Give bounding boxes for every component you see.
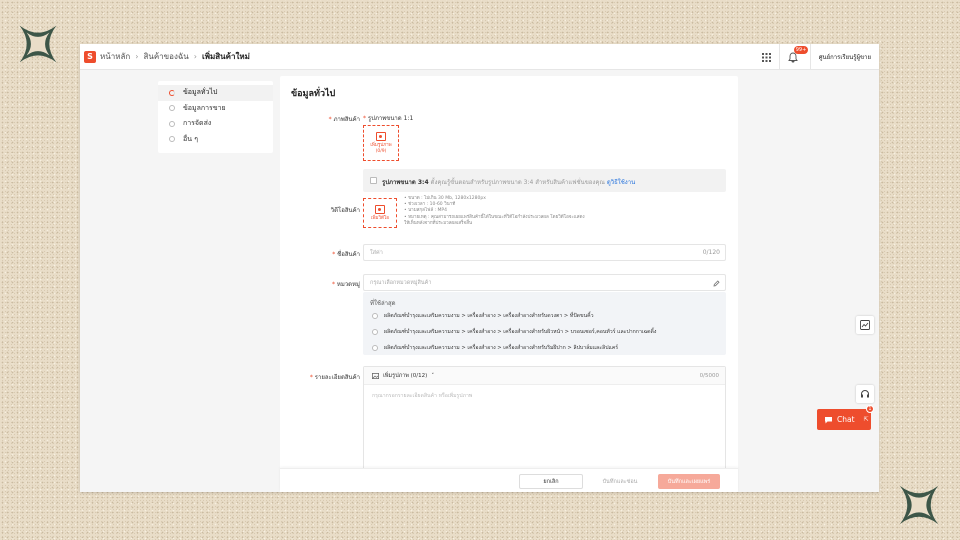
- product-video-label: วิดีโอสินค้า: [330, 207, 360, 214]
- progress-circle-icon: [169, 136, 175, 143]
- save-and-publish-button[interactable]: บันทึกและเผยแพร่: [658, 474, 720, 489]
- recent-title: ที่ใช้ล่าสุด: [370, 300, 396, 307]
- ratio-1-1-label: * รูปภาพขนาด 1:1: [363, 115, 414, 122]
- cancel-button[interactable]: ยกเลิก: [519, 474, 583, 489]
- chevron-right-icon: ›: [135, 52, 139, 61]
- recent-category-option[interactable]: ผลิตภัณฑ์บำรุงและเสริมความงาม > เครื่องส…: [372, 328, 656, 336]
- radio-icon: [372, 329, 378, 335]
- browser-window: S หน้าหลัก › สินค้าของฉัน › เพิ่มสินค้าใ…: [80, 44, 879, 492]
- product-name-counter: 0/120: [702, 249, 720, 256]
- video-rule: ให้เห็นหลังจากที่ประมวลผลเสร็จสิ้น: [404, 220, 473, 226]
- ratio-3-4-title: รูปภาพขนาด 3:4: [382, 179, 429, 186]
- category-placeholder: กรุณาเลือกหมวดหมู่สินค้า: [370, 279, 432, 286]
- nav-item-others[interactable]: อื่น ๆ: [158, 132, 273, 148]
- breadcrumb-current: เพิ่มสินค้าใหม่: [201, 52, 250, 61]
- product-image-label: * ภาพสินค้า: [328, 116, 360, 123]
- add-image-button[interactable]: เพิ่มรูปภาพ (0/9): [363, 125, 399, 161]
- chevron-right-icon: ›: [193, 52, 197, 61]
- category-label: * หมวดหมู่: [331, 281, 360, 288]
- recent-categories: ที่ใช้ล่าสุด ผลิตภัณฑ์บำรุงและเสริมความง…: [363, 292, 726, 355]
- ratio-3-4-text: รูปภาพขนาด 3:4 ตั้งคุณรู้ขั้นตอนสำหรับรู…: [382, 177, 635, 187]
- radio-icon: [372, 313, 378, 319]
- radio-icon: [372, 345, 378, 351]
- save-and-hide-button[interactable]: บันทึกและซ่อน: [589, 474, 651, 489]
- star-decoration-icon: [899, 485, 939, 525]
- chat-badge: 1: [866, 405, 874, 413]
- ratio-3-4-desc: ตั้งคุณรู้ขั้นตอนสำหรับรูปภาพขนาด 3:4 สำ…: [430, 179, 605, 186]
- progress-circle-icon: [169, 89, 175, 96]
- page-title: ข้อมูลทั่วไป: [291, 89, 336, 99]
- star-decoration-icon: [19, 25, 57, 63]
- add-video-button[interactable]: เพิ่มวิดีโอ: [363, 198, 397, 228]
- breadcrumb-my-products[interactable]: สินค้าของฉัน: [143, 50, 188, 63]
- top-bar: S หน้าหลัก › สินค้าของฉัน › เพิ่มสินค้าใ…: [80, 44, 879, 70]
- chevron-down-icon[interactable]: ˅: [431, 373, 434, 379]
- shopee-logo-icon[interactable]: S: [84, 50, 96, 63]
- nav-item-general-info[interactable]: ข้อมูลทั่วไป: [158, 85, 273, 101]
- image-plus-icon: [376, 131, 386, 141]
- ratio-3-4-box: รูปภาพขนาด 3:4 ตั้งคุณรู้ขั้นตอนสำหรับรู…: [363, 169, 726, 192]
- video-rules: • ขนาด : ไม่เกิน 30 Mb, 1280x1280px • ช่…: [404, 196, 585, 227]
- breadcrumb-home[interactable]: หน้าหลัก: [100, 50, 130, 63]
- product-name-placeholder: ใส่ค่า: [370, 249, 383, 256]
- video-plus-icon: [375, 204, 385, 214]
- notification-badge: 99+: [793, 46, 809, 54]
- headset-icon: [861, 390, 869, 398]
- nav-item-label: การจัดส่ง: [183, 119, 212, 128]
- action-footer: ยกเลิก บันทึกและซ่อน บันทึกและเผยแพร่: [280, 468, 738, 492]
- ratio-3-4-checkbox[interactable]: [370, 177, 377, 184]
- product-name-input[interactable]: ใส่ค่า 0/120: [363, 244, 726, 261]
- nav-item-label: อื่น ๆ: [183, 134, 198, 143]
- recent-category-option[interactable]: ผลิตภัณฑ์บำรุงและเสริมความงาม > เครื่องส…: [372, 312, 594, 320]
- recent-category-option[interactable]: ผลิตภัณฑ์บำรุงและเสริมความงาม > เครื่องส…: [372, 344, 618, 352]
- image-icon: [372, 372, 379, 379]
- support-button[interactable]: [856, 385, 874, 403]
- pencil-icon[interactable]: [713, 280, 720, 287]
- how-to-link[interactable]: ดูวิธีใช้งาน: [607, 179, 635, 186]
- general-info-panel: ข้อมูลทั่วไป * ภาพสินค้า * รูปภาพขนาด 1:…: [280, 76, 738, 492]
- category-select[interactable]: กรุณาเลือกหมวดหมู่สินค้า: [363, 274, 726, 291]
- divider: [809, 44, 811, 70]
- chart-box-icon: [860, 320, 870, 330]
- add-video-label: เพิ่มวิดีโอ: [370, 215, 390, 221]
- nav-item-label: ข้อมูลการขาย: [183, 103, 226, 112]
- progress-circle-icon: [169, 105, 175, 112]
- description-label: * รายละเอียดสินค้า: [309, 374, 360, 381]
- recent-category-text: ผลิตภัณฑ์บำรุงและเสริมความงาม > เครื่องส…: [384, 313, 594, 319]
- chat-label: Chat: [837, 415, 855, 424]
- seller-center-link[interactable]: ศูนย์การเรียนรู้ผู้ขาย: [819, 52, 871, 62]
- editor-toolbar: เพิ่มรูปภาพ (0/12) ˅ 0/5000: [364, 367, 725, 385]
- apps-grid-icon[interactable]: [761, 52, 771, 62]
- product-guide-button[interactable]: [856, 316, 874, 334]
- description-counter: 0/5000: [699, 372, 719, 379]
- chat-button[interactable]: Chat ⇱ 1: [817, 405, 874, 430]
- nav-item-shipping[interactable]: การจัดส่ง: [158, 116, 273, 132]
- notification-button[interactable]: 99+: [787, 46, 809, 64]
- divider: [778, 44, 780, 70]
- recent-category-text: ผลิตภัณฑ์บำรุงและเสริมความงาม > เครื่องส…: [384, 345, 619, 351]
- chat-expand-icon[interactable]: ⇱: [864, 416, 869, 423]
- chat-bubble-icon: [825, 416, 832, 423]
- image-count: (0/9): [375, 148, 387, 154]
- recent-category-text: ผลิตภัณฑ์บำรุงและเสริมความงาม > เครื่องส…: [384, 329, 657, 335]
- progress-circle-icon: [169, 120, 175, 127]
- add-image-dropdown[interactable]: เพิ่มรูปภาพ (0/12): [383, 372, 427, 380]
- product-name-label: * ชื่อสินค้า: [332, 251, 360, 258]
- nav-item-label: ข้อมูลทั่วไป: [183, 88, 218, 97]
- section-nav: ข้อมูลทั่วไป ข้อมูลการขาย การจัดส่ง อื่น…: [158, 81, 273, 153]
- description-placeholder: กรุณากรอกรายละเอียดสินค้า หรือเพิ่มรูปภา…: [372, 393, 473, 399]
- nav-item-sales-info[interactable]: ข้อมูลการขาย: [158, 101, 273, 117]
- video-rule: • หมายเหตุ : คุณสามารถเผยแพร่สินค้านี้ได…: [404, 214, 585, 220]
